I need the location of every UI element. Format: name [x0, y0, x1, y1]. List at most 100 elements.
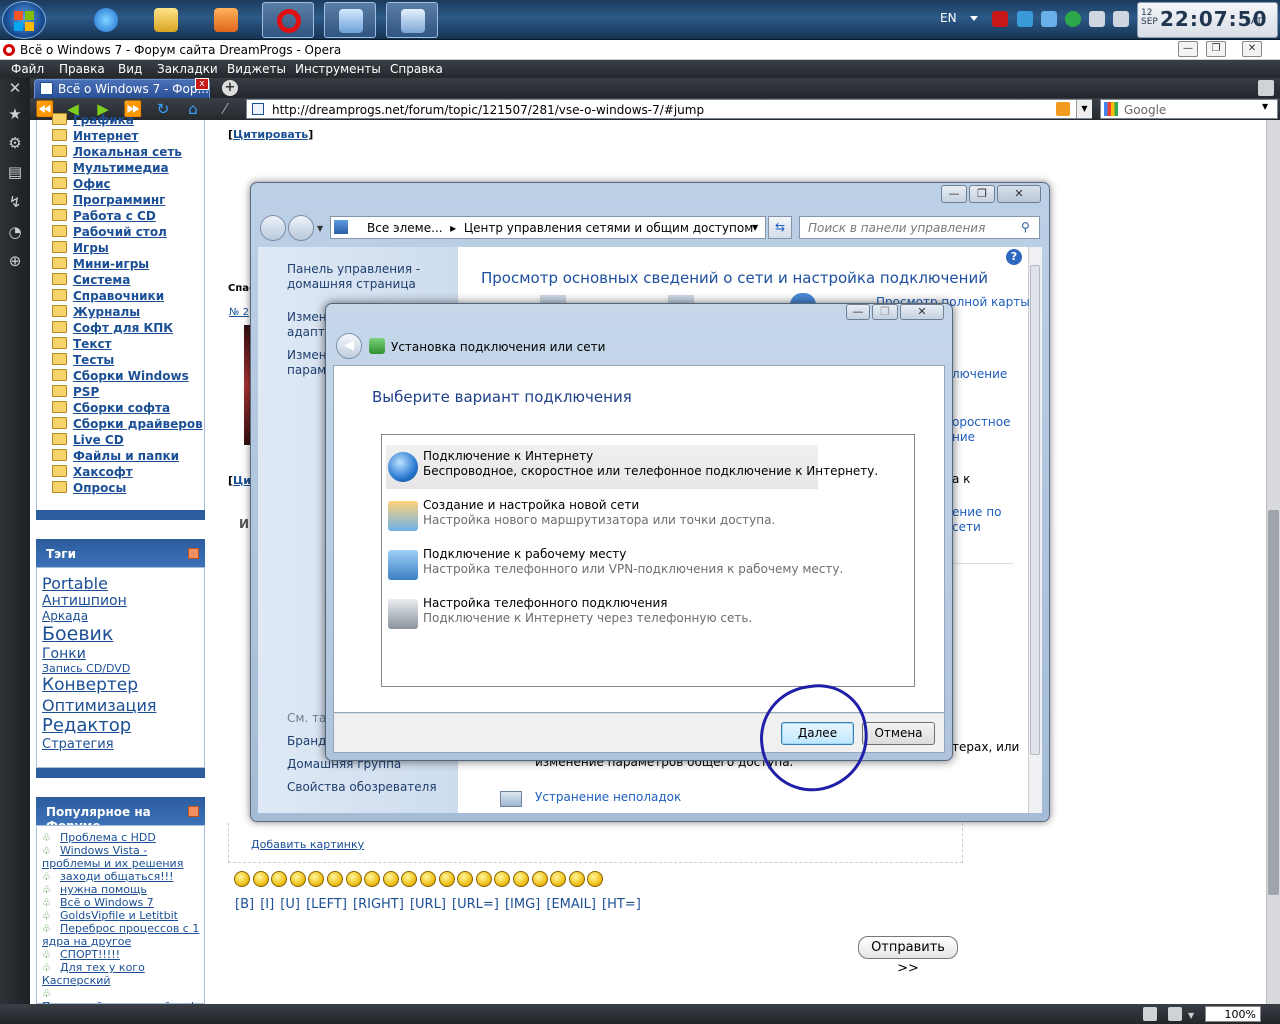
- connection-option[interactable]: Создание и настройка новой сети Настройка…: [386, 494, 818, 538]
- cp-sharing-link[interactable]: ение по сети: [952, 505, 1012, 535]
- cp-troubleshoot-link[interactable]: Устранение неполадок: [535, 790, 681, 804]
- smiley-icon[interactable]: [568, 871, 585, 887]
- tag-link[interactable]: Гонки: [42, 646, 86, 662]
- tag-link[interactable]: Конвертер: [42, 675, 138, 695]
- menu-tools[interactable]: Инструменты: [295, 62, 381, 76]
- popular-topic-link[interactable]: ♧ нужна помощь: [42, 883, 200, 896]
- collapse-icon[interactable]: [188, 548, 199, 559]
- tag-link[interactable]: Боевик: [42, 623, 113, 645]
- new-tab-button[interactable]: +: [222, 80, 238, 96]
- smiley-icon[interactable]: [531, 871, 548, 887]
- cp-maximize-button[interactable]: ❐: [969, 185, 995, 203]
- taskbar-network-button[interactable]: [324, 2, 376, 38]
- tools-icon[interactable]: ✕: [6, 79, 24, 97]
- address-dropdown-icon[interactable]: ▼: [1076, 100, 1092, 118]
- tag-link[interactable]: Стратегия: [42, 737, 114, 752]
- minimize-button[interactable]: —: [1178, 41, 1198, 57]
- category-link[interactable]: Интернет: [52, 129, 138, 145]
- trash-icon[interactable]: [1258, 80, 1274, 96]
- connection-option[interactable]: Подключение к рабочему месту Настройка те…: [386, 543, 843, 587]
- network-tray-icon[interactable]: [1089, 11, 1105, 27]
- scrollbar-thumb[interactable]: [1268, 510, 1279, 895]
- popular-topic-link[interactable]: ♧ GoldsVipfile и Letitbit: [42, 909, 200, 922]
- tab-close-icon[interactable]: x: [195, 78, 209, 90]
- notes-icon[interactable]: ▤: [6, 163, 24, 181]
- taskbar-media-button[interactable]: [200, 2, 252, 38]
- tag-link[interactable]: Запись CD/DVD: [42, 662, 130, 675]
- category-link[interactable]: Игры: [52, 241, 109, 257]
- popular-topic-link[interactable]: ♧ Проблема с HDD: [42, 831, 200, 844]
- help-icon[interactable]: ?: [1006, 249, 1022, 265]
- cp-search-icon[interactable]: ⚲: [1021, 220, 1030, 234]
- smiley-icon[interactable]: [252, 871, 269, 887]
- smiley-icon[interactable]: [234, 871, 250, 887]
- page-scrollbar[interactable]: [1266, 120, 1280, 1004]
- wizard-back-icon[interactable]: ◀: [336, 333, 362, 359]
- bg-fragment-num[interactable]: № 2: [229, 307, 249, 318]
- smiley-icon[interactable]: [327, 871, 343, 887]
- start-button[interactable]: [2, 1, 46, 39]
- category-link[interactable]: Сборки драйверов: [52, 417, 203, 433]
- category-link[interactable]: Хаксофт: [52, 465, 133, 481]
- connection-option[interactable]: Подключение к Интернету Беспроводное, ско…: [386, 445, 878, 489]
- tag-link[interactable]: Аркада: [42, 609, 88, 623]
- taskbar-control-panel-button[interactable]: [386, 2, 438, 38]
- tag-link[interactable]: Антишпион: [42, 593, 127, 609]
- category-link[interactable]: Графика: [52, 113, 134, 129]
- cp-home-link[interactable]: Панель управления - домашняя страница: [287, 262, 420, 292]
- category-link[interactable]: Мини-игры: [52, 257, 149, 273]
- tray-badge-icon[interactable]: [992, 11, 1008, 27]
- language-indicator[interactable]: EN: [940, 11, 957, 25]
- category-link[interactable]: Рабочий стол: [52, 225, 167, 241]
- cp-close-button[interactable]: ✕: [997, 185, 1041, 203]
- popular-topic-link[interactable]: ♧ Переброс процессов с 1 ядра на другое: [42, 922, 200, 948]
- category-link[interactable]: Программинг: [52, 193, 165, 209]
- category-link[interactable]: Текст: [52, 337, 112, 353]
- close-button[interactable]: ✕: [1242, 41, 1262, 57]
- category-link[interactable]: Мультимедиа: [52, 161, 169, 177]
- menu-edit[interactable]: Правка: [59, 62, 105, 76]
- wand-icon[interactable]: ⁄: [214, 100, 236, 118]
- popular-topic-link[interactable]: ♧ заходи общаться!!!: [42, 870, 200, 883]
- send-button[interactable]: Отправить >>: [858, 936, 958, 976]
- reload-icon[interactable]: ↻: [152, 100, 174, 118]
- popular-topic-link[interactable]: ♧ СПОРТ!!!!!: [42, 948, 200, 961]
- url-text[interactable]: http://dreamprogs.net/forum/topic/121507…: [272, 103, 704, 117]
- quote-link[interactable]: [Цитировать]: [228, 128, 313, 141]
- category-link[interactable]: Справочники: [52, 289, 164, 305]
- cp-broadband-link[interactable]: оростное ние: [952, 415, 1012, 445]
- smiley-icon[interactable]: [438, 871, 455, 887]
- tray-green-icon[interactable]: [1065, 11, 1081, 27]
- cp-refresh-icon[interactable]: ⇆: [768, 216, 792, 239]
- cp-address-dropdown-icon[interactable]: ▼: [752, 223, 758, 232]
- cp-forward-icon[interactable]: [288, 215, 314, 241]
- menu-widgets[interactable]: Виджеты: [227, 62, 286, 76]
- cancel-button[interactable]: Отмена: [862, 722, 935, 745]
- category-link[interactable]: Опросы: [52, 481, 126, 497]
- category-link[interactable]: PSP: [52, 385, 99, 401]
- status-image-icon[interactable]: [1168, 1007, 1182, 1021]
- breadcrumb-all-items[interactable]: Все элеме...: [367, 221, 443, 235]
- smiley-icon[interactable]: [289, 871, 306, 887]
- bbcode-toolbar[interactable]: [B] [I] [U] [LEFT] [RIGHT] [URL] [URL=] …: [235, 897, 641, 912]
- bookmarks-star-icon[interactable]: ★: [6, 105, 24, 123]
- add-panel-icon[interactable]: ⊕: [6, 252, 24, 270]
- category-link[interactable]: Файлы и папки: [52, 449, 179, 465]
- category-link[interactable]: Офис: [52, 177, 111, 193]
- tray-keyboard-icon[interactable]: [1041, 11, 1057, 27]
- menu-file[interactable]: Файл: [11, 62, 44, 76]
- category-link[interactable]: Тесты: [52, 353, 114, 369]
- cp-minimize-button[interactable]: —: [941, 185, 967, 203]
- home-icon[interactable]: ⌂: [182, 100, 204, 118]
- language-dropdown-icon[interactable]: [970, 16, 978, 21]
- transfers-icon[interactable]: ↯: [6, 193, 24, 211]
- category-link[interactable]: Live CD: [52, 433, 124, 449]
- breadcrumb-network-center[interactable]: Центр управления сетями и общим доступом: [464, 221, 753, 235]
- maximize-button[interactable]: ❐: [1206, 41, 1226, 57]
- cp-back-icon[interactable]: [260, 215, 286, 241]
- smiley-icon[interactable]: [475, 871, 492, 887]
- category-link[interactable]: Софт для КПК: [52, 321, 173, 337]
- popular-topic-link[interactable]: ♧ Всё о Windows 7: [42, 896, 200, 909]
- menu-view[interactable]: Вид: [118, 62, 142, 76]
- status-dropdown-icon[interactable]: ▼: [1188, 1011, 1194, 1020]
